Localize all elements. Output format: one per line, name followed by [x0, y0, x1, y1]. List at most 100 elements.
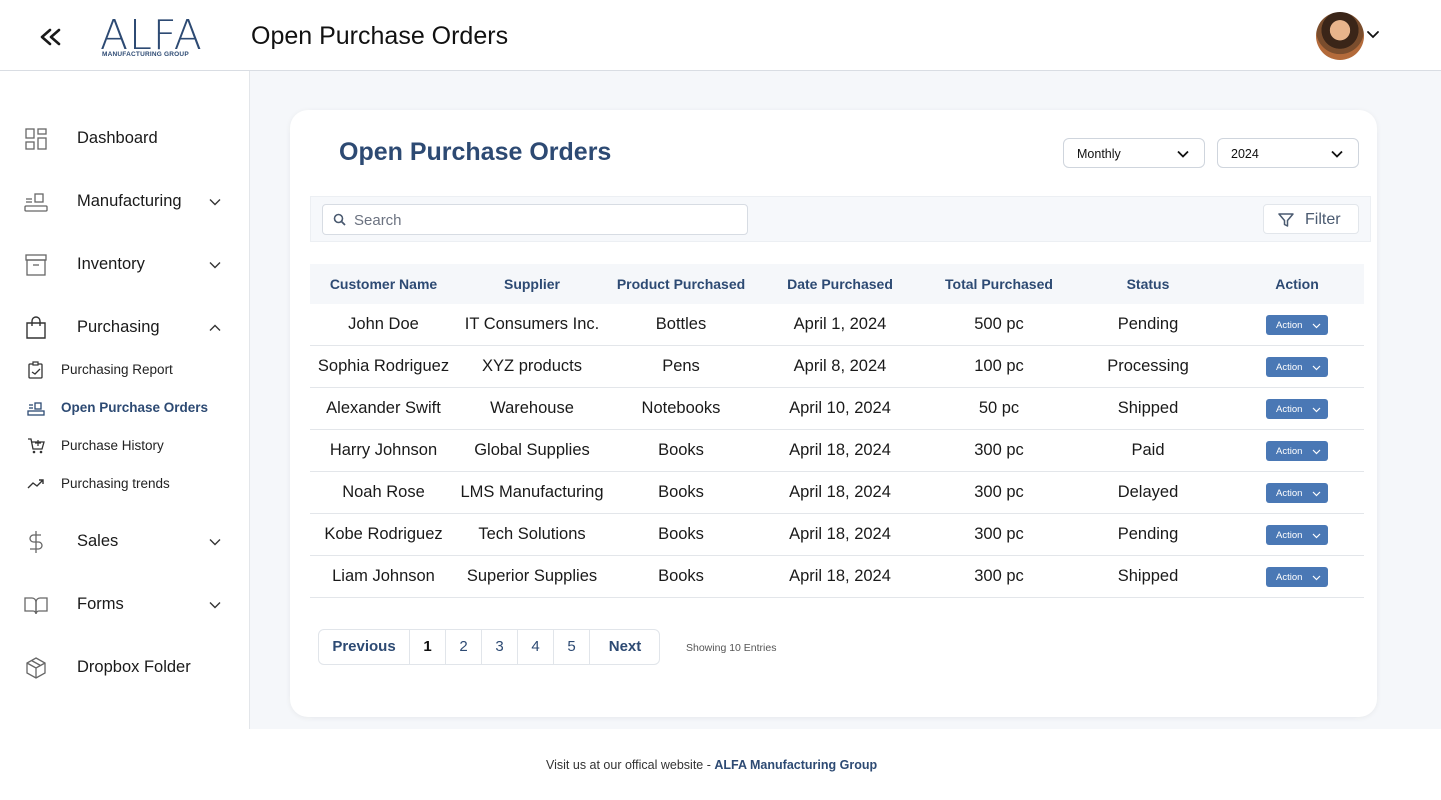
sidebar-item-purchasing[interactable]: Purchasing	[0, 308, 250, 348]
action-label: Action	[1276, 530, 1303, 541]
card-title: Open Purchase Orders	[339, 138, 612, 166]
logo-subtitle: MANUFACTURING GROUP	[102, 51, 189, 58]
trend-up-icon	[27, 479, 44, 489]
cell-status: Pending	[1117, 315, 1179, 333]
page-button[interactable]: 1	[410, 630, 446, 664]
table-toolbar: Filter	[310, 196, 1371, 242]
table-header: Customer Name Supplier Product Purchased…	[310, 264, 1364, 304]
footer-caption: Visit us at our offical website -	[546, 758, 715, 772]
footer: Visit us at our offical website - ALFA M…	[0, 729, 1441, 800]
cell-date: April 18, 2024	[789, 525, 891, 543]
sidebar-subitem-purchasing-trends[interactable]: Purchasing trends	[0, 471, 250, 497]
sidebar-item-dropbox-folder[interactable]: Dropbox Folder	[0, 648, 250, 688]
cell-supplier: Superior Supplies	[466, 567, 598, 585]
cell-supplier: XYZ products	[482, 357, 582, 375]
column-header[interactable]: Date Purchased	[755, 276, 925, 292]
column-header[interactable]: Total Purchased	[925, 276, 1073, 292]
column-header[interactable]: Supplier	[457, 276, 607, 292]
chevron-down-icon[interactable]	[1366, 28, 1380, 42]
collapse-sidebar-icon[interactable]	[36, 22, 64, 52]
cell-status: Paid	[1131, 441, 1165, 459]
sidebar-item-sales[interactable]: Sales	[0, 522, 250, 562]
action-label: Action	[1276, 488, 1303, 499]
table-row: Sophia Rodriguez XYZ products Pens April 8,…	[310, 346, 1364, 388]
sidebar-subitem-purchasing-report[interactable]: Purchasing Report	[0, 357, 250, 383]
chevron-down-icon	[1312, 365, 1321, 371]
action-dropdown-button[interactable]: Action	[1266, 567, 1328, 587]
table-row: Harry Johnson Global Supplies Books April 1…	[310, 430, 1364, 472]
page-button[interactable]: 3	[482, 630, 518, 664]
sidebar-subitem-label: Purchase History	[61, 438, 164, 453]
filter-button[interactable]: Filter	[1263, 204, 1359, 234]
main-content: Open Purchase Orders Monthly 2024 Search…	[250, 71, 1441, 729]
cell-product: Books	[658, 525, 704, 543]
cell-status: Delayed	[1117, 483, 1179, 501]
dollar-icon	[29, 531, 43, 553]
column-header[interactable]: Product Purchased	[607, 276, 755, 292]
filter-icon	[1278, 213, 1294, 227]
chevron-down-icon	[209, 602, 221, 609]
period-select[interactable]: Monthly	[1063, 138, 1205, 168]
action-dropdown-button[interactable]: Action	[1266, 525, 1328, 545]
chevron-down-icon	[1312, 449, 1321, 455]
table-row: John Doe IT Consumers Inc. Bottles April 1,…	[310, 304, 1364, 346]
cell-date: April 18, 2024	[789, 483, 891, 501]
cell-supplier: Tech Solutions	[478, 525, 586, 543]
chevron-down-icon	[1312, 491, 1321, 497]
cell-total: 300 pc	[974, 567, 1024, 585]
user-avatar[interactable]	[1316, 12, 1364, 60]
sidebar-subitem-purchase-history[interactable]: Purchase History	[0, 433, 250, 459]
action-label: Action	[1276, 362, 1303, 373]
page-button[interactable]: 4	[518, 630, 554, 664]
search-input[interactable]	[354, 210, 734, 230]
action-label: Action	[1276, 446, 1303, 457]
chevron-down-icon	[1312, 323, 1321, 329]
chevron-down-icon	[1177, 150, 1189, 158]
sidebar-item-label: Sales	[77, 532, 119, 550]
sidebar-item-forms[interactable]: Forms	[0, 585, 250, 625]
clipboard-icon	[28, 361, 43, 379]
action-dropdown-button[interactable]: Action	[1266, 399, 1328, 419]
chevron-down-icon	[1331, 150, 1343, 158]
footer-website-link[interactable]: ALFA Manufacturing Group	[714, 758, 877, 772]
cell-product: Bottles	[655, 315, 707, 333]
cell-total: 300 pc	[974, 483, 1024, 501]
action-dropdown-button[interactable]: Action	[1266, 441, 1328, 461]
year-select-value: 2024	[1231, 147, 1259, 161]
cell-customer: Liam Johnson	[332, 567, 435, 585]
search-box[interactable]	[322, 204, 748, 235]
cell-date: April 1, 2024	[793, 315, 887, 333]
previous-page-button[interactable]: Previous	[319, 630, 410, 664]
action-dropdown-button[interactable]: Action	[1266, 483, 1328, 503]
page-button[interactable]: 2	[446, 630, 482, 664]
sidebar-item-inventory[interactable]: Inventory	[0, 245, 250, 285]
action-dropdown-button[interactable]: Action	[1266, 315, 1328, 335]
action-label: Action	[1276, 404, 1303, 415]
cell-date: April 18, 2024	[789, 567, 891, 585]
sidebar-item-label: Dashboard	[77, 129, 158, 147]
shopping-bag-icon	[26, 316, 46, 339]
sidebar-item-dashboard[interactable]: Dashboard	[0, 119, 250, 159]
action-label: Action	[1276, 572, 1303, 583]
sidebar-item-manufacturing[interactable]: Manufacturing	[0, 182, 250, 222]
dashboard-icon	[25, 128, 47, 150]
sidebar-item-label: Dropbox Folder	[77, 658, 191, 676]
page-title: Open Purchase Orders	[251, 22, 509, 50]
column-header[interactable]: Status	[1073, 276, 1223, 292]
sidebar-item-label: Forms	[77, 595, 124, 613]
column-header[interactable]: Customer Name	[310, 276, 457, 292]
company-logo[interactable]: ALFA MANUFACTURING GROUP	[100, 12, 204, 62]
footer-text: Visit us at our offical website - ALFA M…	[546, 758, 877, 772]
table-row: Noah Rose LMS Manufacturing Books April 18,…	[310, 472, 1364, 514]
sidebar-item-label: Inventory	[77, 255, 145, 273]
cell-supplier: Warehouse	[490, 399, 574, 417]
action-dropdown-button[interactable]: Action	[1266, 357, 1328, 377]
action-label: Action	[1276, 320, 1303, 331]
cell-customer: John Doe	[348, 315, 419, 333]
cell-product: Books	[658, 567, 704, 585]
page-button[interactable]: 5	[554, 630, 590, 664]
sidebar-subitem-open-purchase-orders[interactable]: Open Purchase Orders	[0, 395, 250, 421]
manufacturing-icon	[24, 193, 48, 212]
year-select[interactable]: 2024	[1217, 138, 1359, 168]
next-page-button[interactable]: Next	[590, 630, 660, 664]
